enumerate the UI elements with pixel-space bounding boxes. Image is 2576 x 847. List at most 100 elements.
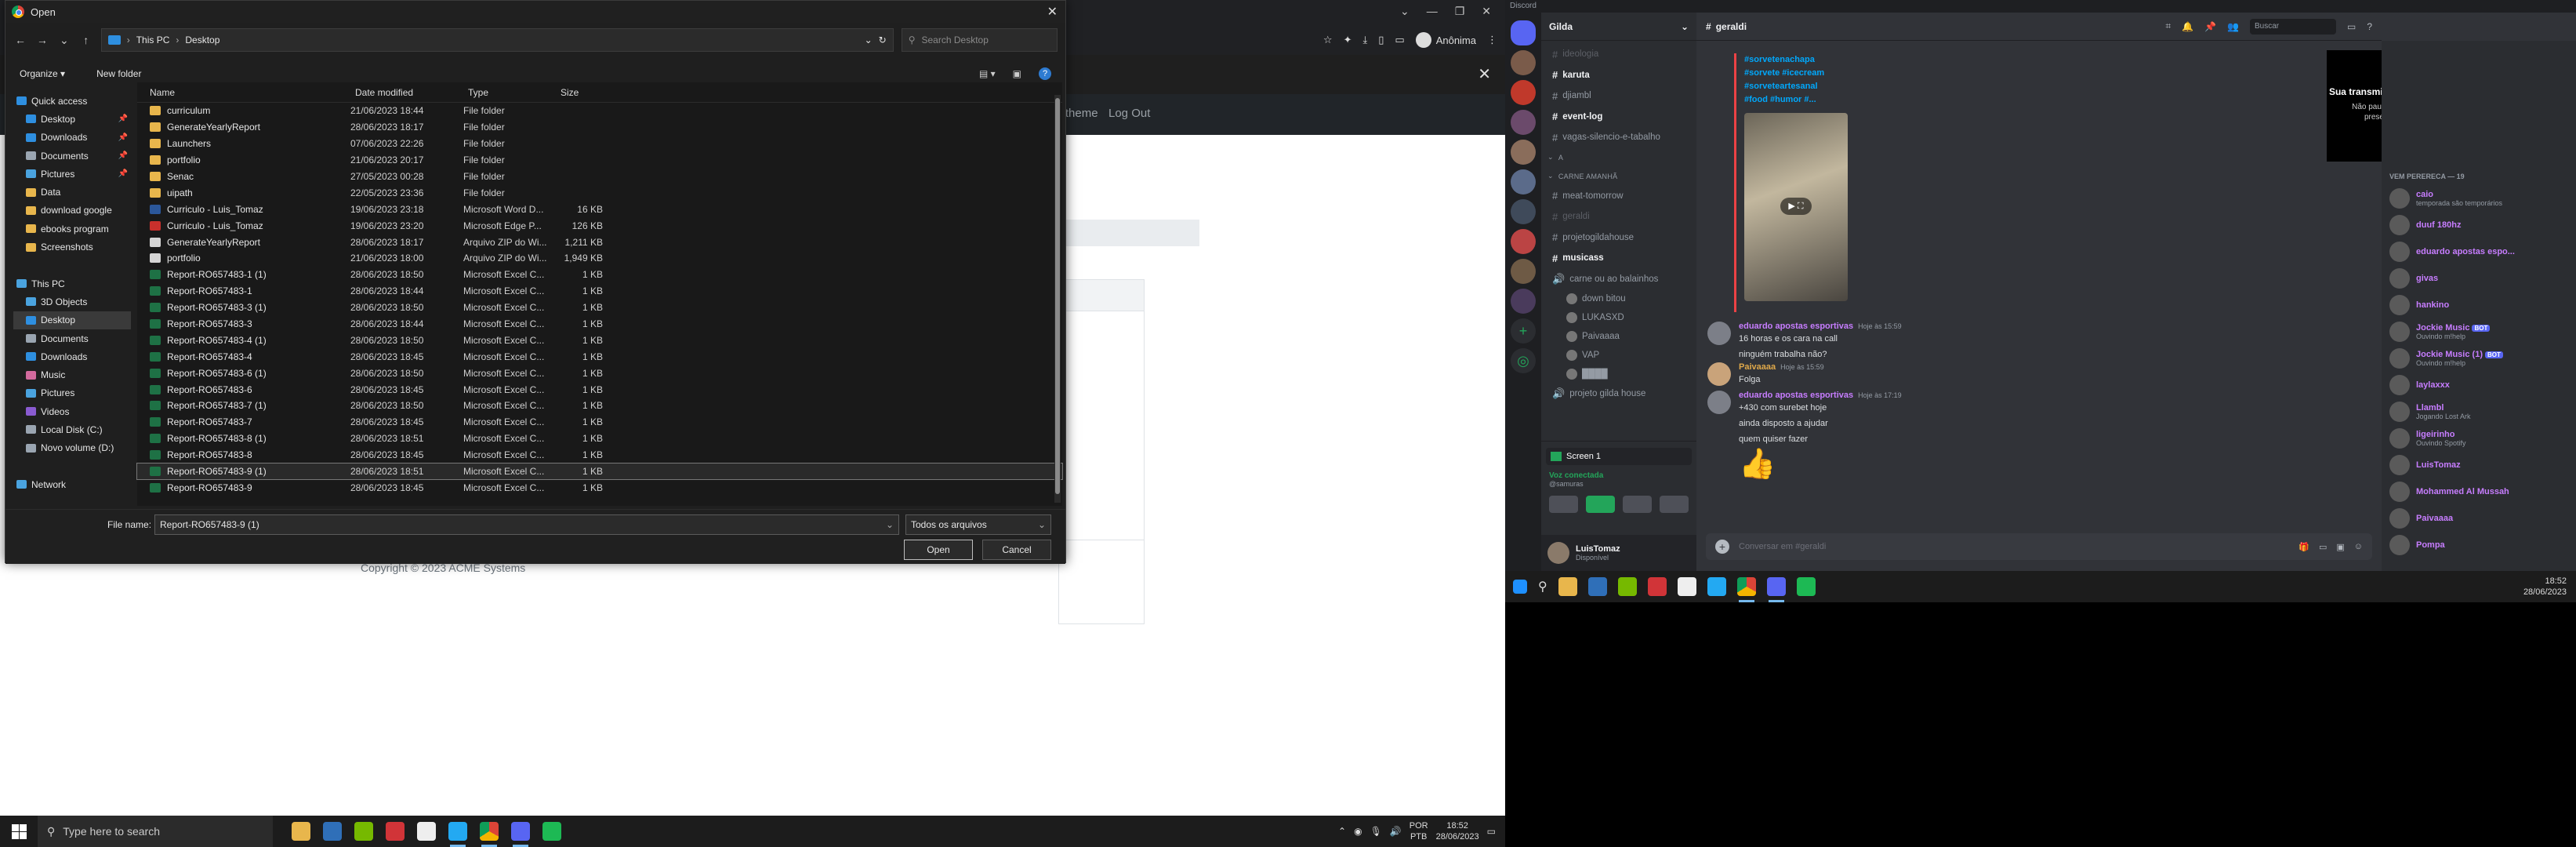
nav-item[interactable]: Music [13,365,131,384]
channel-category[interactable]: ⌄ CARNE AMANHÃ [1546,167,1692,186]
channel-item[interactable]: # karuta [1546,65,1692,86]
file-row[interactable]: GenerateYearlyReport 28/06/2023 18:17 File… [137,119,1062,136]
nav-item[interactable]: Downloads [13,347,131,365]
server-icon[interactable] [1511,80,1536,105]
member-item[interactable]: givas [2389,265,2568,292]
restore-icon[interactable]: ❐ [1455,5,1465,18]
notepad-icon[interactable] [417,822,436,841]
chrome-icon[interactable] [1736,577,1756,602]
chevron-up-icon[interactable]: ⌃ [1338,826,1346,837]
embed-tag[interactable]: #sorvete #icecream [1744,67,1844,80]
threads-icon[interactable]: ⌗ [2165,20,2171,32]
voice-user[interactable]: Paivaaaa [1546,327,1692,346]
open-button[interactable]: Open [904,540,973,560]
discord-icon[interactable] [1766,577,1786,602]
file-row[interactable]: Curriculo - Luis_Tomaz 19/06/2023 23:18 Mi… [137,201,1062,217]
nav-item[interactable]: Desktop 📌 [13,110,131,128]
server-icon[interactable] [1511,229,1536,254]
nav-item[interactable]: ebooks program [13,220,131,238]
view-options-icon[interactable]: ▤ ▾ [979,68,996,79]
emoji-icon[interactable]: ☺ [2354,542,2363,552]
extensions-icon[interactable]: ✦ [1344,34,1352,46]
message-author[interactable]: eduardo apostas esportivas [1739,322,1853,331]
nav-item[interactable]: Local Disk (C:) [13,420,131,438]
filename-input[interactable]: Report-RO657483-9 (1) ⌄ [154,514,899,535]
voice-channel-name[interactable]: @samuras [1541,480,1696,488]
server-icon[interactable] [1511,140,1536,165]
column-size[interactable]: Size [548,87,603,98]
avatar[interactable] [1707,362,1731,386]
avatar[interactable] [1707,391,1731,414]
close-icon[interactable]: ✕ [1047,4,1058,20]
refresh-icon[interactable]: ↻ [879,35,887,45]
network-icon[interactable]: ◉ [1354,826,1362,837]
inbox-icon[interactable]: ▭ [2347,21,2356,32]
store-icon[interactable] [1587,577,1607,596]
bell-icon[interactable]: 🔔 [2182,21,2193,32]
nav-item[interactable]: Network [13,475,131,493]
voice-user[interactable]: LUKASXD [1546,308,1692,327]
play-icon[interactable]: ▶ ⛶ [1780,198,1812,215]
nav-item[interactable]: 3D Objects [13,293,131,311]
column-name[interactable]: Name [137,87,343,98]
file-row[interactable]: Report-RO657483-1 28/06/2023 18:44 Microso… [137,283,1062,300]
member-item[interactable]: hankino [2389,292,2568,318]
file-row[interactable]: Senac 27/05/2023 00:28 File folder [137,169,1062,185]
scrollbar-thumb[interactable] [1055,98,1060,494]
message-composer[interactable]: + Conversar em #geraldi 🎁 ▭ ▣ ☺ [1706,533,2372,560]
soundboard-button[interactable] [1660,496,1689,513]
camera-button[interactable] [1549,496,1578,513]
activity-button[interactable] [1623,496,1652,513]
help-icon[interactable]: ? [2367,21,2372,32]
search-input[interactable]: ⚲ Search Desktop [901,28,1058,52]
scrollbar[interactable] [1054,95,1061,503]
gif-icon[interactable]: ▭ [2319,542,2327,552]
member-item[interactable]: caio temporada são temporários [2389,185,2568,212]
microphone-icon[interactable]: 🎙 [1370,826,1382,837]
search-icon[interactable]: ⚲ [1538,579,1547,594]
nav-item[interactable]: Desktop [13,311,131,329]
app-icon[interactable] [1796,577,1816,596]
voice-user[interactable]: ████ [1546,365,1692,384]
nav-item[interactable]: This PC [13,274,131,293]
server-icon[interactable] [1511,289,1536,314]
member-item[interactable]: eduardo apostas espo... [2389,238,2568,265]
file-row[interactable]: Launchers 07/06/2023 22:26 File folder [137,136,1062,152]
server-icon[interactable] [1511,169,1536,194]
message-author[interactable]: eduardo apostas esportivas [1739,391,1853,400]
breadcrumb-desktop[interactable]: Desktop [185,35,220,45]
pin-icon[interactable]: 📌 [2204,21,2216,32]
nvidia-icon[interactable] [1617,577,1637,596]
incognito-indicator[interactable]: Anônima [1415,32,1476,48]
server-header[interactable]: Gilda ⌄ [1541,13,1696,41]
file-row[interactable]: Report-RO657483-8 (1) 28/06/2023 18:51 Mic… [137,431,1062,447]
star-icon[interactable]: ☆ [1323,34,1333,46]
file-explorer-icon[interactable] [292,822,310,841]
nav-item[interactable]: Data [13,183,131,201]
server-icon[interactable] [1511,259,1536,284]
member-item[interactable]: ligeirinho Ouvindo Spotify [2389,425,2568,452]
member-item[interactable]: Llambl Jogando Lost Ark [2389,398,2568,425]
cancel-button[interactable]: Cancel [982,540,1051,560]
member-item[interactable]: Jockie Music (1) BOT Ouvindo m!help [2389,345,2568,372]
nav-item[interactable]: Downloads 📌 [13,129,131,147]
channel-item[interactable]: # musicass [1546,248,1692,269]
channel-item[interactable]: # ideologia [1546,44,1692,65]
file-row[interactable]: curriculum 21/06/2023 18:44 File folder [137,103,1062,119]
speaker-icon[interactable]: 🔊 [1390,826,1402,837]
member-item[interactable]: Paivaaaa [2389,505,2568,532]
notepad-icon[interactable] [1677,577,1696,596]
member-item[interactable]: LuisTomaz [2389,452,2568,478]
nav-item[interactable]: Pictures [13,384,131,402]
file-row[interactable]: Report-RO657483-4 (1) 28/06/2023 18:50 Mic… [137,332,1062,348]
clock[interactable]: 18:52 28/06/2023 [2523,576,2576,598]
sticker-icon[interactable]: ▣ [2336,542,2344,552]
channel-item[interactable]: 🔊 projeto gilda house [1546,384,1692,405]
server-icon[interactable] [1511,199,1536,224]
embed-tag[interactable]: #sorveteartesanal [1744,80,1844,93]
file-row[interactable]: Report-RO657483-9 (1) 28/06/2023 18:51 Mic… [136,462,1063,481]
nav-item[interactable]: Screenshots [13,238,131,256]
notifications-icon[interactable]: ▭ [1487,826,1496,837]
minimize-icon[interactable]: — [1427,5,1438,17]
file-row[interactable]: Report-RO657483-7 28/06/2023 18:45 Microso… [137,414,1062,431]
